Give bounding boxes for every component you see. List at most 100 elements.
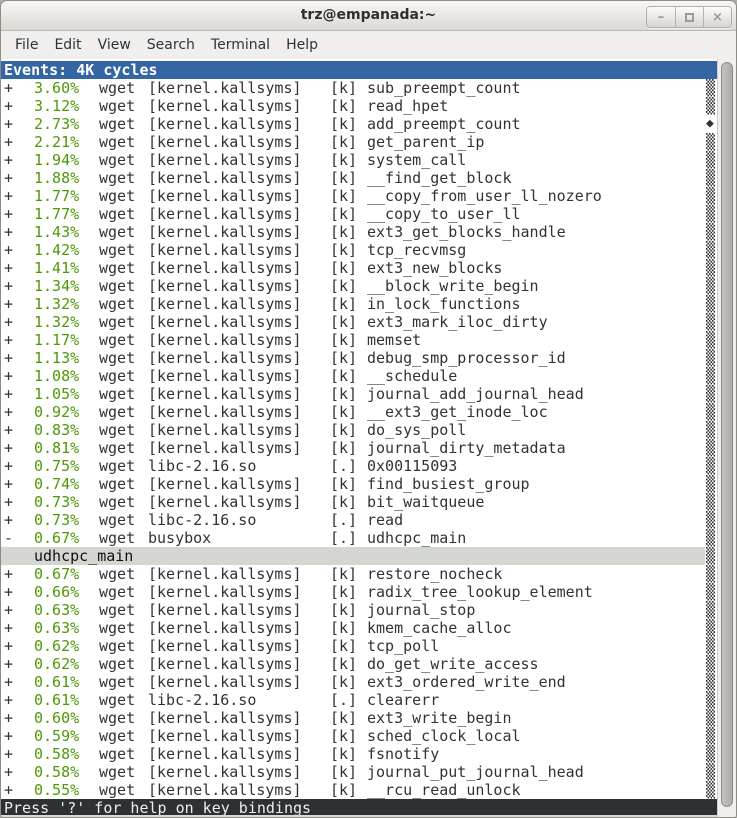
symbol-name: __find_get_block xyxy=(367,169,512,187)
shared-object: libc-2.16.so xyxy=(148,511,256,529)
terminal-window: trz@empanada:~ – × File Edit View Search… xyxy=(0,0,737,818)
symbol-name: udhcpc_main xyxy=(367,529,466,547)
shared-object: [kernel.kallsyms] xyxy=(148,277,302,295)
overhead-percent: 1.77% xyxy=(34,205,79,223)
overhead-percent: 1.08% xyxy=(34,367,79,385)
privilege-level: [k] xyxy=(330,349,357,367)
shade-block-icon: ▒ xyxy=(706,259,717,277)
minimize-button[interactable]: – xyxy=(647,7,675,27)
privilege-level: [k] xyxy=(330,673,357,691)
overhead-percent: 0.81% xyxy=(34,439,79,457)
privilege-level: [k] xyxy=(330,241,357,259)
privilege-level: [k] xyxy=(330,367,357,385)
table-row: +0.81%wget[kernel.kallsyms][k]journal_di… xyxy=(1,439,717,457)
shared-object: [kernel.kallsyms] xyxy=(148,493,302,511)
table-row: +1.88%wget[kernel.kallsyms][k]__find_get… xyxy=(1,169,717,187)
overhead-percent: 1.42% xyxy=(34,241,79,259)
menu-view[interactable]: View xyxy=(90,34,139,56)
help-hint-bar: Press '?' for help on key bindings xyxy=(1,799,717,815)
menu-terminal[interactable]: Terminal xyxy=(203,34,278,56)
symbol-name: journal_stop xyxy=(367,601,475,619)
symbol-name: bit_waitqueue xyxy=(367,493,484,511)
minimize-icon: – xyxy=(658,10,665,25)
privilege-level: [k] xyxy=(330,475,357,493)
overhead-percent: 1.77% xyxy=(34,187,79,205)
table-row: +0.67%wget[kernel.kallsyms][k]restore_no… xyxy=(1,565,717,583)
table-row: -0.67%wgetbusybox[.]udhcpc_main▒ xyxy=(1,529,717,547)
shared-object: [kernel.kallsyms] xyxy=(148,673,302,691)
shade-block-icon: ▒ xyxy=(706,529,717,547)
command: wget xyxy=(99,367,135,385)
shared-object: [kernel.kallsyms] xyxy=(148,403,302,421)
menu-help[interactable]: Help xyxy=(278,34,326,56)
shade-block-icon: ▒ xyxy=(706,619,717,637)
expand-toggle: + xyxy=(4,619,13,637)
privilege-level: [k] xyxy=(330,223,357,241)
expand-toggle: + xyxy=(4,493,13,511)
shade-block-icon: ▒ xyxy=(706,637,717,655)
privilege-level: [k] xyxy=(330,781,357,799)
scrollbar-thumb[interactable] xyxy=(721,62,733,807)
titlebar[interactable]: trz@empanada:~ – × xyxy=(1,1,736,31)
overhead-percent: 1.94% xyxy=(34,151,79,169)
expand-toggle: + xyxy=(4,385,13,403)
expand-toggle: + xyxy=(4,187,13,205)
shade-block-icon: ▒ xyxy=(706,241,717,259)
shared-object: [kernel.kallsyms] xyxy=(148,763,302,781)
expand-toggle: + xyxy=(4,727,13,745)
privilege-level: [.] xyxy=(330,457,357,475)
shared-object: [kernel.kallsyms] xyxy=(148,709,302,727)
terminal-screen[interactable]: Events: 4K cycles +3.60%wget[kernel.kall… xyxy=(1,59,717,815)
maximize-button[interactable] xyxy=(675,7,703,27)
privilege-level: [k] xyxy=(330,331,357,349)
overhead-percent: 0.66% xyxy=(34,583,79,601)
scroll-position-diamond-icon: ◆ xyxy=(706,115,717,133)
table-row: +0.62%wget[kernel.kallsyms][k]do_get_wri… xyxy=(1,655,717,673)
expand-toggle: + xyxy=(4,673,13,691)
command: wget xyxy=(99,277,135,295)
privilege-level: [k] xyxy=(330,151,357,169)
overhead-percent: 0.92% xyxy=(34,403,79,421)
privilege-level: [k] xyxy=(330,601,357,619)
command: wget xyxy=(99,115,135,133)
menu-file[interactable]: File xyxy=(7,34,46,56)
shared-object: libc-2.16.so xyxy=(148,457,256,475)
command: wget xyxy=(99,619,135,637)
symbol-name: __ext3_get_inode_loc xyxy=(367,403,548,421)
expand-toggle: + xyxy=(4,79,13,97)
shade-block-icon: ▒ xyxy=(706,655,717,673)
table-row: +1.77%wget[kernel.kallsyms][k]__copy_to_… xyxy=(1,205,717,223)
table-row: +0.83%wget[kernel.kallsyms][k]do_sys_pol… xyxy=(1,421,717,439)
expand-toggle: + xyxy=(4,241,13,259)
menu-edit[interactable]: Edit xyxy=(46,34,89,56)
command: wget xyxy=(99,583,135,601)
menu-search[interactable]: Search xyxy=(139,34,203,56)
shade-block-icon: ▒ xyxy=(706,277,717,295)
command: wget xyxy=(99,205,135,223)
command: wget xyxy=(99,565,135,583)
table-row: +1.13%wget[kernel.kallsyms][k]debug_smp_… xyxy=(1,349,717,367)
shade-block-icon: ▒ xyxy=(706,547,717,565)
table-row: +1.32%wget[kernel.kallsyms][k]in_lock_fu… xyxy=(1,295,717,313)
overhead-percent: 0.73% xyxy=(34,493,79,511)
command: wget xyxy=(99,385,135,403)
command: wget xyxy=(99,223,135,241)
expand-toggle: + xyxy=(4,655,13,673)
close-button[interactable]: × xyxy=(703,7,731,27)
table-row: +0.75%wgetlibc-2.16.so[.]0x00115093▒ xyxy=(1,457,717,475)
symbol-name: journal_add_journal_head xyxy=(367,385,584,403)
symbol-name: journal_put_journal_head xyxy=(367,763,584,781)
privilege-level: [k] xyxy=(330,187,357,205)
shared-object: [kernel.kallsyms] xyxy=(148,79,302,97)
callchain-symbol: udhcpc_main xyxy=(34,547,133,565)
expand-toggle: - xyxy=(4,529,13,547)
table-row: +0.59%wget[kernel.kallsyms][k]sched_cloc… xyxy=(1,727,717,745)
shade-block-icon: ▒ xyxy=(706,79,717,97)
privilege-level: [k] xyxy=(330,637,357,655)
privilege-level: [k] xyxy=(330,583,357,601)
command: wget xyxy=(99,781,135,799)
shade-block-icon: ▒ xyxy=(706,169,717,187)
overhead-percent: 2.73% xyxy=(34,115,79,133)
scrollbar-track[interactable] xyxy=(717,59,736,817)
shade-block-icon: ▒ xyxy=(706,745,717,763)
